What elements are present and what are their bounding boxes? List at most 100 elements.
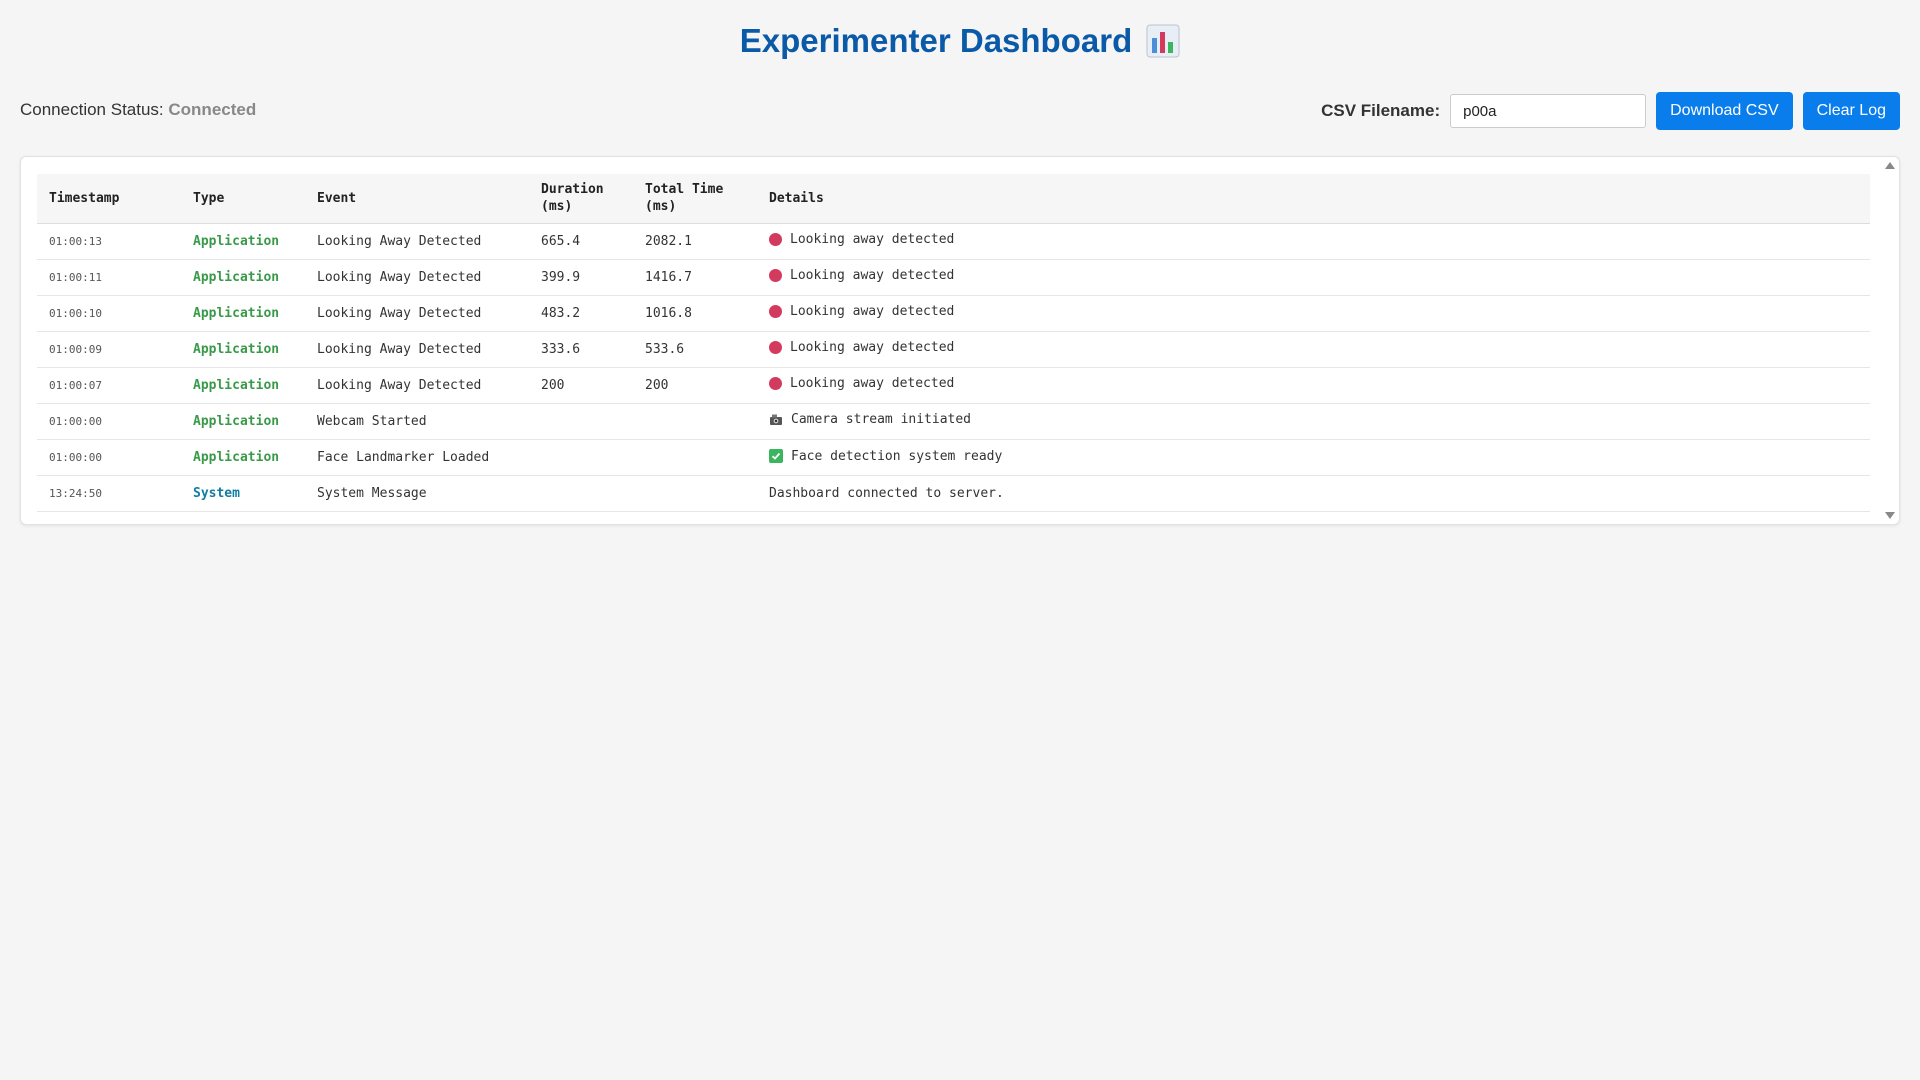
check-icon	[769, 449, 783, 464]
table-row: 01:00:09 Application Looking Away Detected…	[37, 331, 1870, 368]
cell-duration	[529, 403, 633, 440]
table-row: 13:24:50 System System Message Dashboard co…	[37, 475, 1870, 512]
cell-duration: 200	[529, 367, 633, 404]
cell-type: Application	[181, 331, 305, 368]
event-log-body: 01:00:13 Application Looking Away Detected…	[37, 223, 1870, 512]
table-row: 01:00:10 Application Looking Away Detected…	[37, 295, 1870, 332]
event-log-table: Timestamp Type Event Duration (ms) Total …	[37, 174, 1870, 512]
cell-details: Looking away detected	[757, 367, 1870, 404]
cell-event: Looking Away Detected	[305, 259, 529, 296]
cell-type: Application	[181, 223, 305, 260]
cell-details-text: Looking away detected	[790, 232, 955, 247]
cell-type: Application	[181, 367, 305, 404]
cell-details-text: Dashboard connected to server.	[769, 485, 1004, 501]
cell-timestamp: 01:00:07	[37, 367, 181, 404]
cell-event: Webcam Started	[305, 403, 529, 440]
cell-duration: 665.4	[529, 223, 633, 260]
cell-total-time: 1016.8	[633, 295, 757, 332]
cell-duration	[529, 475, 633, 512]
page-title: Experimenter Dashboard	[0, 22, 1920, 60]
cell-total-time	[633, 403, 757, 440]
cell-timestamp: 13:24:50	[37, 475, 181, 512]
cell-duration: 333.6	[529, 331, 633, 368]
table-row: 01:00:00 Application Face Landmarker Loade…	[37, 439, 1870, 476]
table-row: 01:00:13 Application Looking Away Detected…	[37, 223, 1870, 260]
cell-type: Application	[181, 403, 305, 440]
column-header-duration-line2: (ms)	[541, 199, 573, 215]
cell-total-time: 2082.1	[633, 223, 757, 260]
cell-total-time: 200	[633, 367, 757, 404]
cell-event: Face Landmarker Loaded	[305, 439, 529, 476]
column-header-total-time: Total Time (ms)	[633, 174, 757, 224]
column-header-type: Type	[181, 174, 305, 224]
cell-duration: 483.2	[529, 295, 633, 332]
cell-timestamp: 01:00:09	[37, 331, 181, 368]
csv-filename-label: CSV Filename:	[1321, 101, 1441, 120]
camera-icon	[770, 414, 782, 425]
red-dot-icon	[769, 305, 782, 318]
cell-details-text: Looking away detected	[790, 340, 955, 355]
cell-event: Looking Away Detected	[305, 367, 529, 404]
cell-timestamp: 01:00:10	[37, 295, 181, 332]
scrollbar[interactable]	[1883, 157, 1899, 524]
column-header-duration: Duration (ms)	[529, 174, 633, 224]
cell-timestamp: 01:00:11	[37, 259, 181, 296]
cell-details: Looking away detected	[757, 331, 1870, 368]
cell-total-time: 533.6	[633, 331, 757, 368]
page-title-text: Experimenter Dashboard	[739, 22, 1133, 59]
scroll-up-arrow-icon[interactable]	[1885, 162, 1895, 169]
dashboard-page: Experimenter Dashboard Connection Status…	[0, 0, 1920, 1080]
red-dot-icon	[769, 341, 782, 354]
column-header-duration-line1: Duration	[541, 182, 604, 198]
cell-details: Looking away detected	[757, 295, 1870, 332]
csv-filename-input[interactable]	[1450, 94, 1647, 128]
red-dot-icon	[769, 269, 782, 282]
connection-status-label: Connection Status:	[20, 100, 164, 119]
red-dot-icon	[769, 233, 782, 246]
cell-total-time	[633, 475, 757, 512]
cell-details-text: Looking away detected	[790, 376, 955, 391]
cell-event: System Message	[305, 475, 529, 512]
cell-details: Camera stream initiated	[757, 403, 1870, 440]
cell-type: System	[181, 475, 305, 512]
red-dot-icon	[769, 377, 782, 390]
cell-type: Application	[181, 259, 305, 296]
download-csv-button[interactable]: Download CSV	[1656, 92, 1793, 130]
cell-duration: 399.9	[529, 259, 633, 296]
cell-event: Looking Away Detected	[305, 223, 529, 260]
clear-log-button[interactable]: Clear Log	[1802, 92, 1900, 130]
cell-timestamp: 01:00:13	[37, 223, 181, 260]
table-row: 01:00:07 Application Looking Away Detected…	[37, 367, 1870, 404]
connection-status: Connection Status: Connected	[20, 100, 256, 120]
cell-type: Application	[181, 295, 305, 332]
cell-details-text: Looking away detected	[790, 268, 955, 283]
cell-details-text: Face detection system ready	[791, 448, 1003, 464]
csv-controls: CSV Filename: Download CSV Clear Log	[1321, 92, 1900, 130]
connection-status-value: Connected	[168, 100, 257, 119]
cell-total-time: 1416.7	[633, 259, 757, 296]
cell-event: Looking Away Detected	[305, 295, 529, 332]
cell-timestamp: 01:00:00	[37, 439, 181, 476]
cell-type: Application	[181, 439, 305, 476]
bar-chart-icon	[1146, 24, 1180, 58]
cell-details-text: Looking away detected	[790, 304, 955, 319]
cell-details-text: Camera stream initiated	[791, 412, 972, 427]
table-row: 01:00:11 Application Looking Away Detected…	[37, 259, 1870, 296]
column-header-event: Event	[305, 174, 529, 224]
cell-event: Looking Away Detected	[305, 331, 529, 368]
column-header-details: Details	[757, 174, 1870, 224]
table-row: 01:00:00 Application Webcam Started Camera …	[37, 403, 1870, 440]
cell-total-time	[633, 439, 757, 476]
cell-timestamp: 01:00:00	[37, 403, 181, 440]
column-header-total-line2: (ms)	[645, 199, 677, 215]
cell-duration	[529, 439, 633, 476]
cell-details: Looking away detected	[757, 259, 1870, 296]
column-header-timestamp: Timestamp	[37, 174, 181, 224]
scroll-down-arrow-icon[interactable]	[1885, 512, 1895, 519]
column-header-total-line1: Total Time	[645, 182, 724, 198]
cell-details: Looking away detected	[757, 223, 1870, 260]
cell-details: Face detection system ready	[757, 439, 1870, 476]
table-header-row: Timestamp Type Event Duration (ms) Total …	[37, 174, 1870, 224]
event-log-panel[interactable]: Timestamp Type Event Duration (ms) Total …	[20, 156, 1900, 525]
cell-details: Dashboard connected to server.	[757, 475, 1870, 512]
